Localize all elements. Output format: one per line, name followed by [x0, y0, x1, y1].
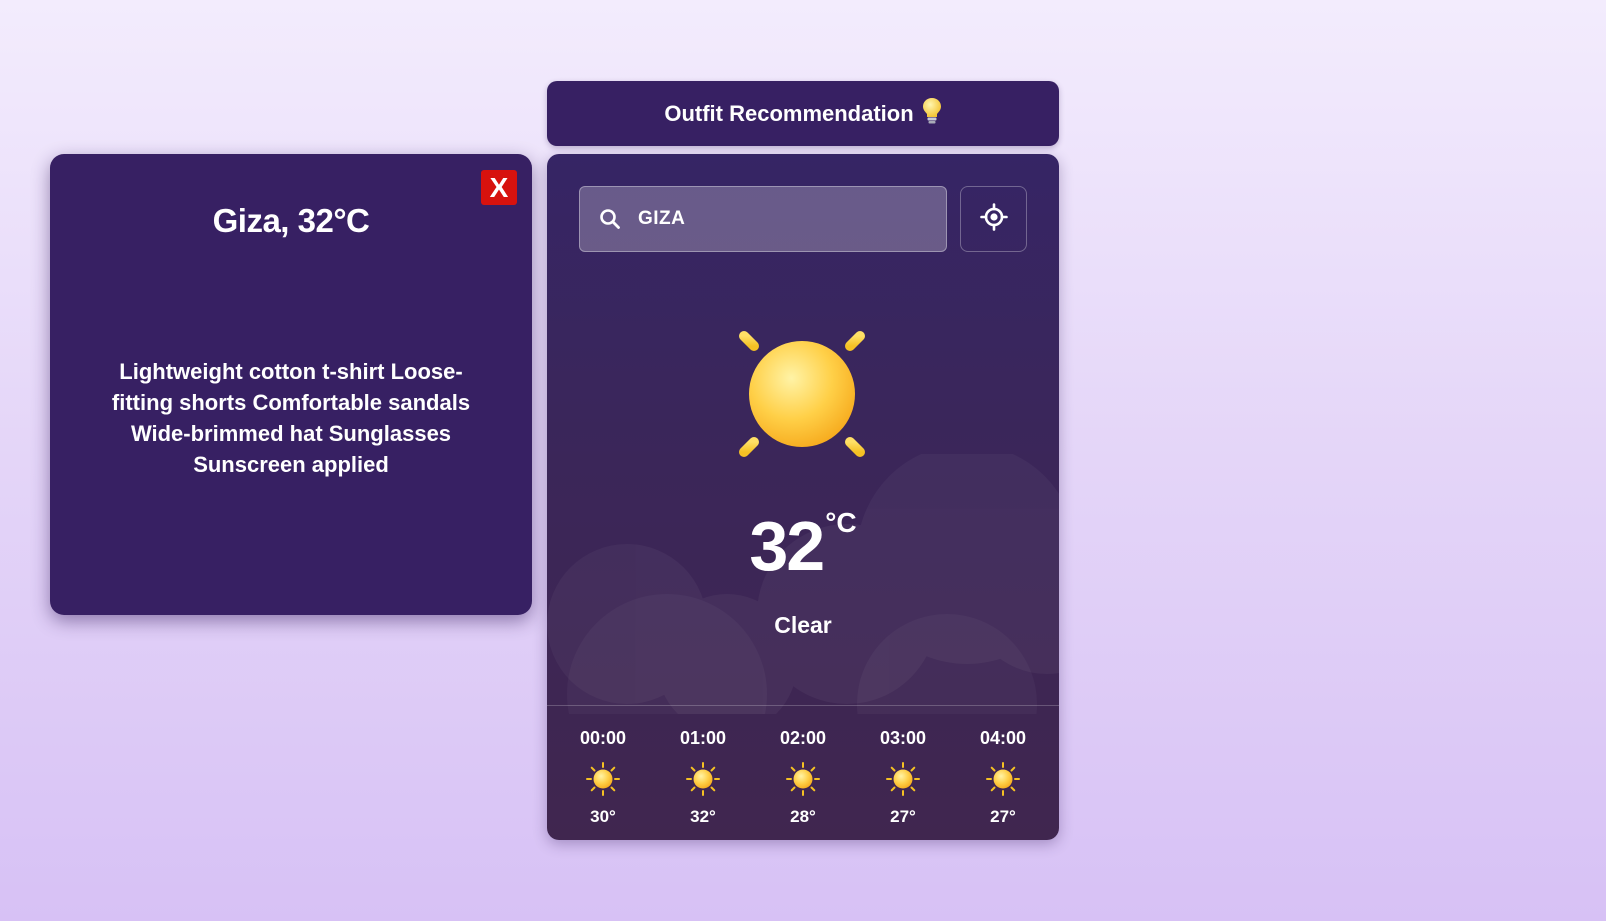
sun-icon	[686, 762, 720, 796]
search-input[interactable]	[636, 207, 946, 231]
search-icon	[598, 207, 622, 231]
forecast-item: 00:00 30°	[563, 706, 643, 840]
forecast-temp: 27°	[890, 807, 916, 826]
hourly-forecast: 00:00 30° 01:00 32° 02:00 28° 03:00 27° …	[547, 705, 1059, 840]
forecast-item: 03:00 27°	[863, 706, 943, 840]
outfit-recommendation-label: Outfit Recommendation	[664, 100, 914, 126]
temperature-value: 32	[749, 507, 825, 585]
close-button[interactable]: X	[481, 170, 517, 205]
forecast-time: 04:00	[979, 728, 1027, 748]
current-temperature: 32°C	[547, 506, 1059, 586]
search-box[interactable]	[579, 186, 947, 252]
location-button[interactable]	[960, 186, 1027, 252]
sun-icon	[586, 762, 620, 796]
forecast-item: 04:00 27°	[963, 706, 1043, 840]
sun-icon	[886, 762, 920, 796]
forecast-item: 02:00 28°	[763, 706, 843, 840]
forecast-time: 00:00	[579, 728, 627, 748]
popup-title: Giza, 32°C	[212, 202, 370, 239]
forecast-item: 01:00 32°	[663, 706, 743, 840]
sun-icon	[986, 762, 1020, 796]
weather-card: 32°C Clear 00:00 30° 01:00	[547, 154, 1059, 840]
sun-icon	[715, 307, 889, 481]
forecast-time: 01:00	[679, 728, 727, 748]
outfit-recommendation-text: Lightweight cotton t-shirt Loose-fitting…	[111, 359, 471, 477]
weather-condition: Clear	[774, 612, 832, 638]
lightbulb-icon	[922, 97, 942, 131]
sun-icon	[786, 762, 820, 796]
forecast-temp: 27°	[990, 807, 1016, 826]
outfit-popup: X Giza, 32°C Lightweight cotton t-shirt …	[50, 154, 532, 615]
forecast-temp: 28°	[790, 807, 816, 826]
crosshair-icon	[979, 203, 1008, 235]
outfit-recommendation-button[interactable]: Outfit Recommendation	[547, 81, 1059, 146]
temperature-unit: °C	[825, 507, 857, 538]
forecast-time: 02:00	[779, 728, 827, 748]
forecast-time: 03:00	[879, 728, 927, 748]
forecast-temp: 30°	[590, 807, 616, 826]
forecast-temp: 32°	[690, 807, 716, 826]
